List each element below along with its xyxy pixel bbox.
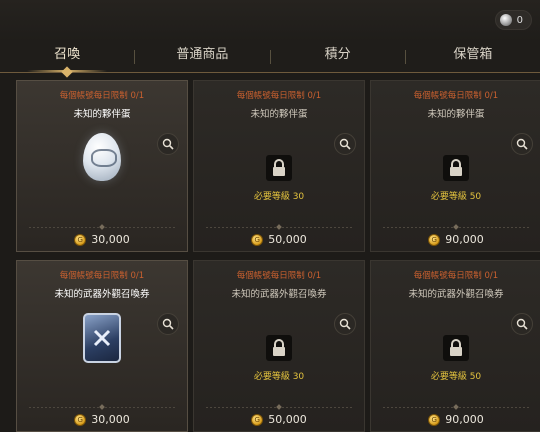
- price-tag: G 30,000: [17, 233, 187, 246]
- price-tag: G 50,000: [194, 413, 364, 426]
- divider: [206, 227, 352, 228]
- divider: [383, 227, 529, 228]
- level-requirement: 必要等級 30: [253, 372, 305, 382]
- price-value: 90,000: [445, 233, 484, 246]
- lock-icon: [266, 155, 292, 181]
- price-tag: G 90,000: [371, 413, 540, 426]
- magnifier-icon[interactable]: [511, 133, 533, 155]
- gem-icon: [499, 14, 512, 26]
- divider: [383, 407, 529, 408]
- currency-counter: 0: [494, 10, 532, 30]
- divider: [29, 407, 175, 408]
- magnifier-icon[interactable]: [157, 133, 179, 155]
- price-tag: G 50,000: [194, 233, 364, 246]
- magnifier-icon[interactable]: [511, 313, 533, 335]
- companion-egg-image: [83, 133, 121, 181]
- product-grid: 每個帳號每日限制 0/1 未知的夥伴蛋 G 30,000 每個帳號每日限制 0/…: [16, 80, 540, 432]
- magnifier-icon[interactable]: [334, 133, 356, 155]
- item-name: 未知的武器外觀召喚券: [231, 289, 327, 300]
- product-card[interactable]: 每個帳號每日限制 0/1 未知的夥伴蛋 G 30,000: [16, 80, 188, 252]
- daily-limit: 每個帳號每日限制 0/1: [236, 91, 322, 101]
- tab-summon[interactable]: 召喚: [0, 42, 134, 72]
- daily-limit: 每個帳號每日限制 0/1: [236, 271, 322, 281]
- price-value: 50,000: [268, 413, 307, 426]
- item-name: 未知的夥伴蛋: [250, 109, 308, 120]
- product-card[interactable]: 每個帳號每日限制 0/1 未知的武器外觀召喚券 必要等級 50 G 90,000: [370, 260, 540, 432]
- price-value: 30,000: [91, 233, 130, 246]
- shop-tabs: 召喚 普通商品 積分 保管箱: [0, 42, 540, 73]
- magnifier-icon[interactable]: [157, 313, 179, 335]
- level-requirement: 必要等級 50: [430, 372, 482, 382]
- currency-value: 0: [516, 14, 523, 26]
- level-requirement: 必要等級 30: [253, 192, 305, 202]
- product-card[interactable]: 每個帳號每日限制 0/1 未知的武器外觀召喚券 G 30,000: [16, 260, 188, 432]
- top-bar: 0: [0, 0, 540, 42]
- price-value: 50,000: [268, 233, 307, 246]
- daily-limit: 每個帳號每日限制 0/1: [413, 271, 499, 281]
- gold-coin-icon: G: [428, 233, 441, 246]
- weapon-skin-ticket-image: [83, 313, 121, 363]
- price-value: 90,000: [445, 413, 484, 426]
- daily-limit: 每個帳號每日限制 0/1: [59, 91, 145, 101]
- daily-limit: 每個帳號每日限制 0/1: [59, 271, 145, 281]
- divider: [206, 407, 352, 408]
- item-name: 未知的夥伴蛋: [427, 109, 485, 120]
- gold-coin-icon: G: [251, 233, 264, 246]
- divider: [29, 227, 175, 228]
- price-tag: G 30,000: [17, 413, 187, 426]
- lock-icon: [443, 335, 469, 361]
- gold-coin-icon: G: [74, 233, 87, 246]
- level-requirement: 必要等級 50: [430, 192, 482, 202]
- item-name: 未知的夥伴蛋: [73, 109, 131, 120]
- item-name: 未知的武器外觀召喚券: [54, 289, 150, 300]
- daily-limit: 每個帳號每日限制 0/1: [413, 91, 499, 101]
- price-tag: G 90,000: [371, 233, 540, 246]
- product-card[interactable]: 每個帳號每日限制 0/1 未知的夥伴蛋 必要等級 50 G 90,000: [370, 80, 540, 252]
- product-card[interactable]: 每個帳號每日限制 0/1 未知的夥伴蛋 必要等級 30 G 50,000: [193, 80, 365, 252]
- lock-icon: [266, 335, 292, 361]
- product-card[interactable]: 每個帳號每日限制 0/1 未知的武器外觀召喚券 必要等級 30 G 50,000: [193, 260, 365, 432]
- tab-general-items[interactable]: 普通商品: [135, 42, 269, 72]
- price-value: 30,000: [91, 413, 130, 426]
- item-name: 未知的武器外觀召喚券: [408, 289, 504, 300]
- lock-icon: [443, 155, 469, 181]
- tab-storage[interactable]: 保管箱: [406, 42, 540, 72]
- magnifier-icon[interactable]: [334, 313, 356, 335]
- tab-points[interactable]: 積分: [271, 42, 405, 72]
